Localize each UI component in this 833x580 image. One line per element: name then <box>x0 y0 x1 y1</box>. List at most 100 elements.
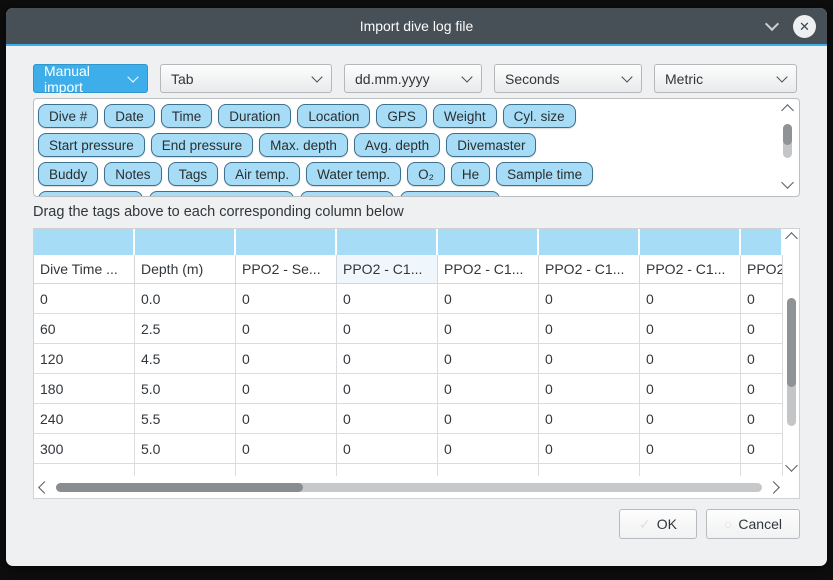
scroll-left-icon[interactable] <box>38 481 51 494</box>
tag-row: Start pressureEnd pressureMax. depthAvg.… <box>38 133 775 157</box>
tag-panel-scrollbar[interactable] <box>780 103 795 192</box>
table-cell: 5.5 <box>135 404 236 434</box>
scroll-up-icon[interactable] <box>781 104 794 117</box>
table-cell: 0 <box>236 404 337 434</box>
tag-sample-po[interactable]: Sample pO₂ <box>300 191 395 197</box>
table-cell <box>539 464 640 476</box>
duration-format-select[interactable]: Seconds <box>494 64 642 93</box>
tag-water-temp[interactable]: Water temp. <box>306 162 401 186</box>
tag-sample-time[interactable]: Sample time <box>496 162 593 186</box>
scroll-down-icon[interactable] <box>781 176 794 189</box>
scroll-right-icon[interactable] <box>767 481 780 494</box>
tag-divemaster[interactable]: Divemaster <box>446 133 536 157</box>
dropzone-cell[interactable] <box>236 229 337 255</box>
table-horizontal-scrollbar[interactable] <box>36 478 781 496</box>
field-separator-select[interactable]: Tab <box>160 64 332 93</box>
scrollbar-track[interactable] <box>56 483 762 492</box>
table-cell: 0 <box>236 344 337 374</box>
column-header[interactable]: PPO2 <box>741 255 783 284</box>
cancel-button[interactable]: ○ Cancel <box>706 509 800 539</box>
scroll-up-icon[interactable] <box>785 232 798 245</box>
table-cell: 0 <box>741 434 783 464</box>
tag-max-depth[interactable]: Max. depth <box>259 133 348 157</box>
tag-row: Sample depth Sample temperature Sample pO₂… <box>38 191 775 197</box>
scrollbar-track[interactable] <box>783 121 792 172</box>
column-header[interactable]: PPO2 - C1... <box>539 255 640 284</box>
dropzone-cell[interactable] <box>34 229 135 255</box>
table-cell: 0 <box>337 344 438 374</box>
table-cell: 0 <box>539 314 640 344</box>
column-header[interactable]: PPO2 - C1... <box>337 255 438 284</box>
tag-time[interactable]: Time <box>161 104 213 128</box>
tag-air-temp[interactable]: Air temp. <box>224 162 300 186</box>
dropzone-cell[interactable] <box>640 229 741 255</box>
date-format-select[interactable]: dd.mm.yyyy <box>344 64 482 93</box>
tag-avg-depth[interactable]: Avg. depth <box>354 133 440 157</box>
tag-duration[interactable]: Duration <box>218 104 291 128</box>
table-cell <box>34 464 135 476</box>
tag-end-pressure[interactable]: End pressure <box>151 133 253 157</box>
column-header[interactable]: Dive Time ... <box>34 255 135 284</box>
scroll-down-icon[interactable] <box>785 459 798 472</box>
chevron-down-icon[interactable] <box>765 16 779 30</box>
tag-location[interactable]: Location <box>297 104 370 128</box>
dropzone-cell[interactable] <box>135 229 236 255</box>
units-value: Metric <box>665 71 703 87</box>
table-cell <box>135 464 236 476</box>
import-preview-table: Dive Time ...Depth (m)PPO2 - Se...PPO2 -… <box>33 228 800 499</box>
column-header[interactable]: PPO2 - C1... <box>438 255 539 284</box>
scrollbar-thumb[interactable] <box>783 124 792 145</box>
column-header[interactable]: PPO2 - Se... <box>236 255 337 284</box>
table-cell: 0 <box>438 434 539 464</box>
table-rows: 00.0000000602.50000001204.50000001805.00… <box>34 284 783 476</box>
table-cell: 4.5 <box>135 344 236 374</box>
dropzone-cell[interactable] <box>741 229 783 255</box>
table-cell: 0 <box>438 374 539 404</box>
dropzone-cell[interactable] <box>438 229 539 255</box>
tag-weight[interactable]: Weight <box>433 104 497 128</box>
tag-cyl-size[interactable]: Cyl. size <box>503 104 576 128</box>
tag-notes[interactable]: Notes <box>104 162 161 186</box>
table-cell <box>236 464 337 476</box>
field-separator-value: Tab <box>171 71 194 87</box>
table-row <box>34 464 783 476</box>
tag-start-pressure[interactable]: Start pressure <box>38 133 145 157</box>
table-cell: 0 <box>438 314 539 344</box>
tag-date[interactable]: Date <box>104 104 155 128</box>
table-cell: 0.0 <box>135 284 236 314</box>
table-row: 602.5000000 <box>34 314 783 344</box>
drag-instructions-label: Drag the tags above to each correspondin… <box>33 204 800 220</box>
table-cell: 5.0 <box>135 434 236 464</box>
tag-tags[interactable]: Tags <box>168 162 219 186</box>
dialog-button-row: ✓ OK ○ Cancel <box>33 509 800 539</box>
tag-gps[interactable]: GPS <box>376 104 427 128</box>
column-header[interactable]: Depth (m) <box>135 255 236 284</box>
ok-button[interactable]: ✓ OK <box>619 509 697 539</box>
scrollbar-thumb[interactable] <box>787 298 796 387</box>
table-vertical-scrollbar[interactable] <box>784 231 799 475</box>
tag-o[interactable]: O₂ <box>407 162 445 186</box>
table-cell: 120 <box>34 344 135 374</box>
units-select[interactable]: Metric <box>654 64 797 93</box>
table-cell: 0 <box>539 284 640 314</box>
dropzone-cell[interactable] <box>539 229 640 255</box>
table-cell: 0 <box>438 404 539 434</box>
tag-sample-cns[interactable]: Sample CNS <box>400 191 500 197</box>
table-cell: 0 <box>539 434 640 464</box>
table-cell: 0 <box>539 374 640 404</box>
tag-sample-temperature[interactable]: Sample temperature <box>149 191 293 197</box>
tag-row: BuddyNotes TagsAir temp.Water temp.O₂HeSa… <box>38 162 775 186</box>
tag-dive[interactable]: Dive # <box>38 104 98 128</box>
scrollbar-track[interactable] <box>787 249 796 455</box>
column-header[interactable]: PPO2 - C1... <box>640 255 741 284</box>
tag-buddy[interactable]: Buddy <box>38 162 98 186</box>
import-type-select[interactable]: Manual import <box>33 64 148 93</box>
table-cell <box>640 464 741 476</box>
tag-sample-depth[interactable]: Sample depth <box>38 191 143 197</box>
tag-he[interactable]: He <box>451 162 490 186</box>
import-type-value: Manual import <box>44 63 129 95</box>
scrollbar-thumb[interactable] <box>56 483 303 492</box>
dropzone-cell[interactable] <box>337 229 438 255</box>
tag-list-panel: Dive #DateTimeDurationLocationGPSWeightC… <box>33 98 800 197</box>
close-icon[interactable]: ✕ <box>793 15 816 38</box>
